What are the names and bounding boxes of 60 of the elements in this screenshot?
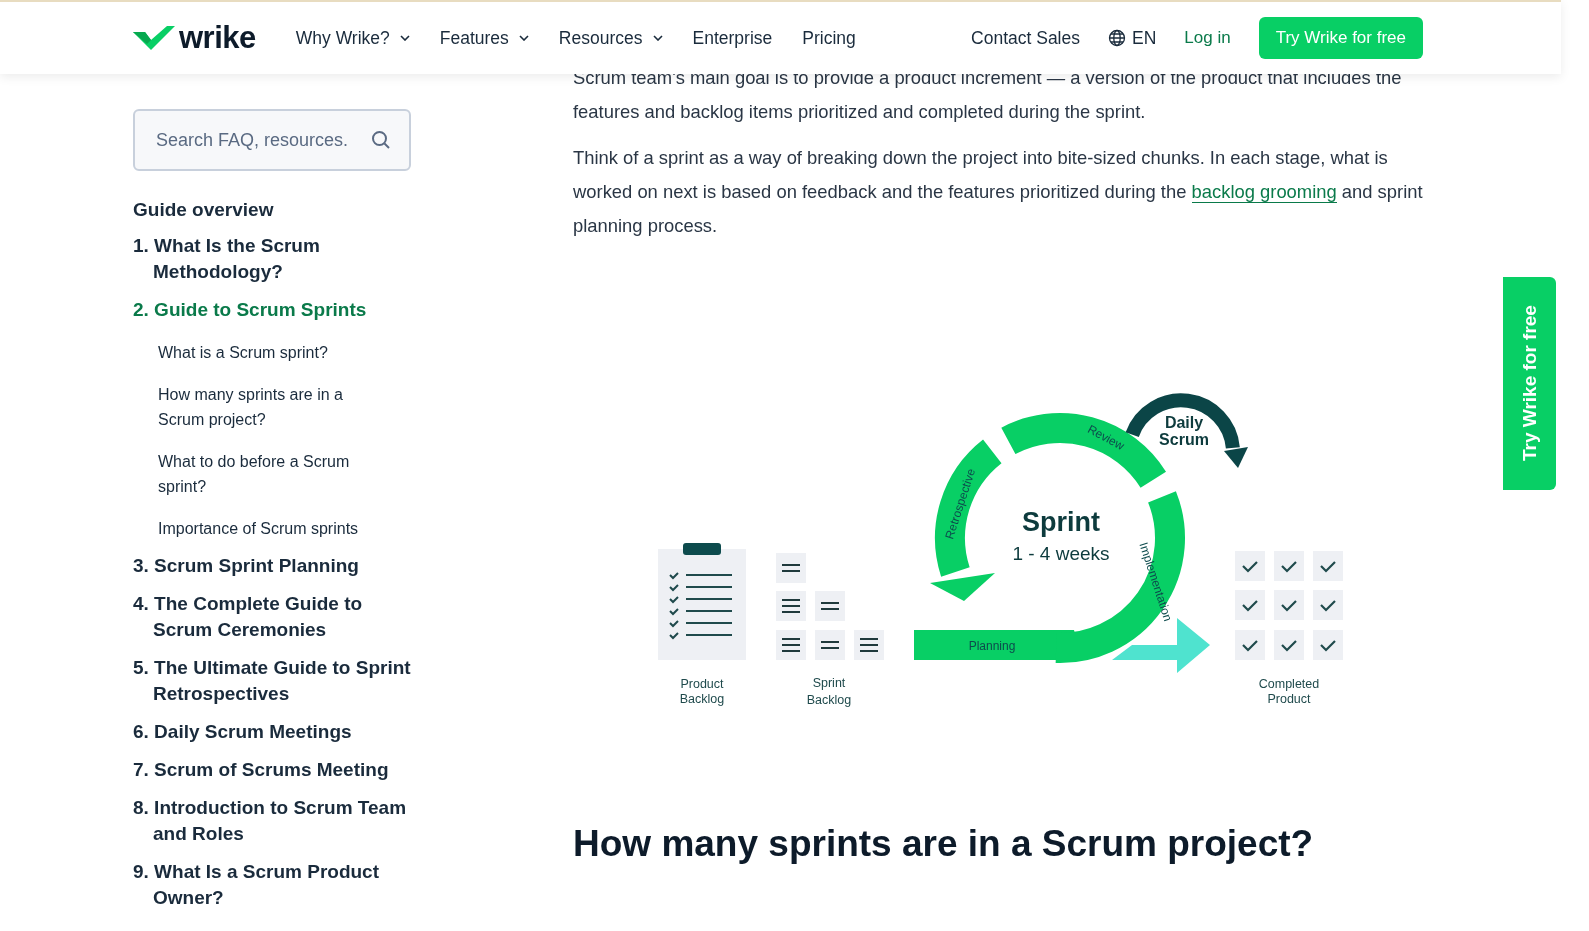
diagram-label: Backlog	[806, 693, 852, 707]
clipboard-icon	[658, 543, 746, 660]
diagram-label: Planning	[968, 639, 1016, 653]
chevron-down-icon	[652, 35, 663, 41]
globe-icon	[1108, 29, 1126, 47]
toc-item[interactable]: 2. Guide to Scrum Sprints	[133, 297, 413, 323]
toc-item[interactable]: 7. Scrum of Scrums Meeting	[133, 757, 413, 783]
backlog-card-icon	[776, 591, 806, 621]
checked-card-icon	[1235, 551, 1265, 581]
check-logo-icon[interactable]	[133, 26, 175, 50]
toc-item[interactable]: 3. Scrum Sprint Planning	[133, 553, 413, 579]
toc-subitem[interactable]: What to do before a Scrum sprint?	[158, 449, 383, 499]
checked-card-icon	[1274, 551, 1304, 581]
diagram-label: Scrum	[1159, 431, 1209, 448]
nav-link[interactable]: Why Wrike?	[295, 27, 410, 49]
toc-subitem[interactable]: What is a Scrum sprint?	[158, 340, 383, 365]
article-paragraph: Think of a sprint as a way of breaking down the project into bite-sized chunks. In each stage, what is worked on next is based on feedback and the features prioritized during the backlog grooming and sprint planning process.	[573, 146, 1424, 238]
backlog-card-icon	[815, 591, 845, 621]
contact-sales-link[interactable]: Contact Sales	[971, 27, 1080, 49]
section-heading: How many sprints are in a Scrum project?	[573, 823, 1315, 865]
search-field[interactable]: Search FAQ, resources.	[133, 109, 411, 171]
checked-card-icon	[1235, 630, 1265, 660]
search-icon	[371, 130, 391, 150]
diagram-label: Sprint	[812, 676, 846, 690]
nav-link[interactable]: Features	[439, 27, 529, 49]
diagram-label: Backlog	[679, 692, 725, 706]
checked-card-icon	[1313, 590, 1343, 620]
backlog-card-icon	[815, 630, 845, 660]
diagram-label: Product	[680, 677, 724, 691]
backlog-card-icon	[776, 553, 806, 583]
guide-overview-link[interactable]: Guide overview	[133, 199, 413, 221]
toc-subitem[interactable]: How many sprints are in a Scrum project?	[158, 382, 383, 432]
nav-link[interactable]: Resources	[558, 27, 663, 49]
diagram-label: Daily	[1164, 414, 1204, 431]
diagram-label: Product	[1267, 692, 1311, 706]
diagram-label: Completed	[1258, 677, 1320, 691]
toc-item[interactable]: 1. What Is the Scrum Methodology?	[133, 233, 413, 285]
toc-item[interactable]: 8. Introduction to Scrum Team and Roles	[133, 795, 413, 847]
backlog-grooming-link[interactable]: backlog grooming	[1191, 181, 1337, 203]
backlog-card-icon	[854, 630, 884, 660]
toc-item[interactable]: 6. Daily Scrum Meetings	[133, 719, 413, 745]
chevron-down-icon	[518, 35, 529, 41]
diagram-label: 1 - 4 weeks	[1012, 543, 1110, 564]
toc-item[interactable]: 4. The Complete Guide to Scrum Ceremonies	[133, 591, 413, 643]
toc-item[interactable]: 9. What Is a Scrum Product Owner?	[133, 859, 413, 911]
nav-link[interactable]: Pricing	[802, 27, 856, 49]
wrike-logo[interactable]: wrike	[179, 20, 256, 56]
checked-card-icon	[1313, 630, 1343, 660]
toc-item[interactable]: 5. The Ultimate Guide to Sprint Retrospectives	[133, 655, 413, 707]
diagram-title: Sprint	[1022, 507, 1100, 537]
checked-card-icon	[1313, 551, 1343, 581]
checked-card-icon	[1274, 630, 1304, 660]
backlog-card-icon	[776, 630, 806, 660]
language-selector[interactable]: EN	[1108, 27, 1157, 49]
checked-card-icon	[1274, 590, 1304, 620]
nav-link[interactable]: Enterprise	[692, 27, 773, 49]
checked-card-icon	[1235, 590, 1265, 620]
toc-subitem[interactable]: Importance of Scrum sprints	[158, 516, 383, 541]
login-link[interactable]: Log in	[1184, 28, 1231, 48]
chevron-down-icon	[399, 35, 410, 41]
